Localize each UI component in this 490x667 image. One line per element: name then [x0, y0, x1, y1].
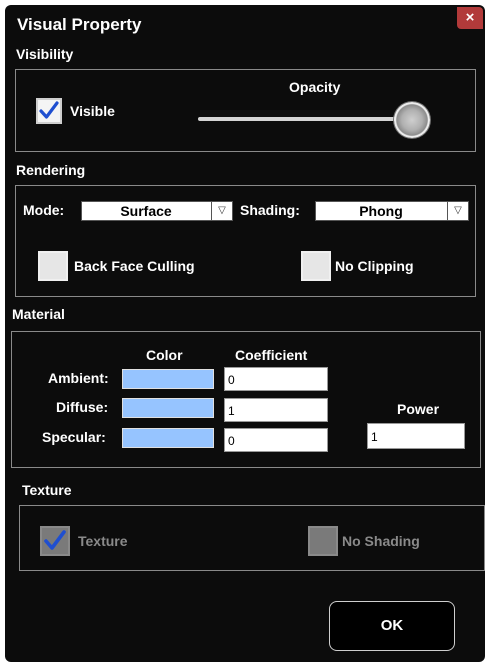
no-shading-checkbox[interactable]: [308, 526, 338, 556]
visibility-group: Visible Opacity: [15, 69, 476, 152]
close-icon: ×: [465, 9, 475, 26]
texture-section-label: Texture: [22, 482, 72, 498]
texture-label: Texture: [78, 533, 128, 549]
shading-value: Phong: [359, 203, 403, 219]
mode-label: Mode:: [23, 202, 65, 218]
power-label: Power: [397, 401, 440, 417]
visible-label: Visible: [70, 103, 115, 119]
texture-checkbox[interactable]: [40, 526, 70, 556]
ambient-coefficient-input[interactable]: [224, 367, 328, 391]
shading-label: Shading:: [240, 202, 300, 218]
diffuse-label: Diffuse:: [56, 399, 109, 415]
mode-value: Surface: [120, 203, 172, 219]
close-button[interactable]: ×: [457, 7, 483, 29]
mode-dropdown[interactable]: Surface ▽: [81, 201, 233, 221]
ambient-label: Ambient:: [48, 370, 109, 386]
rendering-group: Mode: Surface ▽ Shading: Phong ▽ Back Fa…: [15, 185, 476, 297]
dialog-title: Visual Property: [17, 15, 142, 34]
texture-group: Texture No Shading: [19, 505, 485, 571]
ok-button[interactable]: OK: [329, 601, 455, 651]
material-section-label: Material: [12, 306, 65, 322]
back-face-culling-label: Back Face Culling: [74, 258, 195, 274]
chevron-down-icon: ▽: [211, 202, 232, 220]
color-column-header: Color: [146, 347, 183, 363]
ambient-color-swatch[interactable]: [122, 369, 214, 389]
chevron-down-icon: ▽: [447, 202, 468, 220]
diffuse-color-swatch[interactable]: [122, 398, 214, 418]
diffuse-coefficient-input[interactable]: [224, 398, 328, 422]
specular-coefficient-input[interactable]: [224, 428, 328, 452]
rendering-section-label: Rendering: [16, 162, 86, 178]
back-face-culling-checkbox[interactable]: [38, 251, 68, 281]
check-icon: [39, 101, 59, 119]
opacity-slider-track[interactable]: [198, 117, 418, 121]
opacity-slider-knob[interactable]: [394, 102, 430, 138]
specular-color-swatch[interactable]: [122, 428, 214, 448]
visible-checkbox[interactable]: [36, 98, 62, 124]
no-clipping-label: No Clipping: [335, 258, 414, 274]
visibility-section-label: Visibility: [16, 46, 74, 62]
no-shading-label: No Shading: [342, 533, 420, 549]
coefficient-column-header: Coefficient: [235, 347, 308, 363]
check-icon: [44, 530, 66, 550]
material-group: Color Coefficient Ambient: Diffuse: Spec…: [11, 331, 481, 468]
shading-dropdown[interactable]: Phong ▽: [315, 201, 469, 221]
opacity-label: Opacity: [289, 79, 341, 95]
visual-property-dialog: Visual Property × Visibility Visible Opa…: [5, 5, 485, 662]
specular-label: Specular:: [42, 429, 106, 445]
power-input[interactable]: [367, 423, 465, 449]
no-clipping-checkbox[interactable]: [301, 251, 331, 281]
